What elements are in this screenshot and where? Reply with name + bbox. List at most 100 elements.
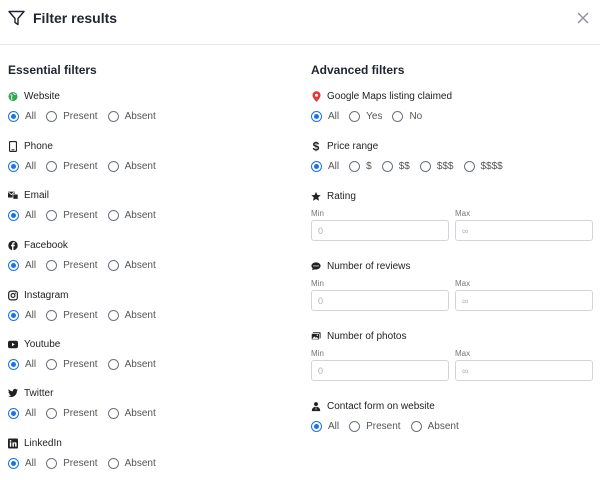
radio-control[interactable]	[8, 407, 19, 419]
rating-max-input[interactable]	[455, 220, 593, 241]
radio-control[interactable]	[311, 420, 322, 432]
radio-control[interactable]	[46, 209, 58, 221]
radio-email-present[interactable]: Present	[46, 209, 98, 221]
photos-min-input[interactable]	[311, 360, 449, 381]
radio-control[interactable]	[8, 457, 19, 469]
radio-gmaps-no[interactable]: No	[392, 110, 422, 122]
max-label: Max	[455, 209, 471, 218]
radio-control[interactable]	[311, 160, 322, 172]
radio-website-all[interactable]: All	[8, 110, 36, 122]
photos-max-input[interactable]	[455, 360, 593, 381]
radio-phone-absent[interactable]: Absent	[107, 160, 156, 172]
radio-control[interactable]	[107, 407, 119, 419]
radio-instagram-all[interactable]: All	[8, 309, 36, 321]
radio-control[interactable]	[8, 259, 19, 271]
radio-contact-all[interactable]: All	[311, 420, 339, 432]
radio-control[interactable]	[349, 420, 361, 432]
radio-gmaps-all[interactable]: All	[311, 110, 339, 122]
radio-label: Present	[63, 110, 98, 122]
radio-control[interactable]	[107, 209, 119, 221]
radio-label: Present	[63, 309, 98, 321]
radio-contact-present[interactable]: Present	[349, 420, 401, 432]
radio-price-3[interactable]: $$$	[419, 160, 454, 172]
radio-email-all[interactable]: All	[8, 209, 36, 221]
radio-linkedin-absent[interactable]: Absent	[107, 457, 156, 469]
radio-control[interactable]	[107, 358, 119, 370]
radio-control[interactable]	[107, 309, 119, 321]
radio-label: Present	[366, 420, 401, 432]
radio-website-absent[interactable]: Absent	[107, 110, 156, 122]
radio-youtube-absent[interactable]: Absent	[107, 358, 156, 370]
essential-filters-title: Essential filters	[8, 63, 97, 77]
radio-linkedin-all[interactable]: All	[8, 457, 36, 469]
radio-label: All	[25, 259, 37, 271]
comment-icon	[311, 261, 321, 272]
radio-control[interactable]	[392, 110, 404, 122]
radio-control[interactable]	[410, 420, 422, 432]
radio-label: Present	[63, 358, 98, 370]
svg-text:$: $	[313, 140, 320, 152]
radio-label: $$	[398, 160, 410, 172]
radio-price-4[interactable]: $$$$	[463, 160, 503, 172]
radio-email-absent[interactable]: Absent	[107, 209, 156, 221]
radio-label: $	[366, 160, 372, 172]
radio-website-present[interactable]: Present	[46, 110, 98, 122]
radio-facebook-present[interactable]: Present	[46, 259, 98, 271]
radio-control[interactable]	[46, 358, 58, 370]
radio-control[interactable]	[381, 160, 393, 172]
map-pin-icon	[311, 90, 321, 102]
radio-control[interactable]	[46, 309, 58, 321]
radio-control[interactable]	[46, 407, 58, 419]
radio-control[interactable]	[311, 110, 322, 122]
radio-price-all[interactable]: All	[311, 160, 339, 172]
globe-icon	[8, 91, 18, 102]
radio-phone-all[interactable]: All	[8, 160, 36, 172]
radio-price-1[interactable]: $	[349, 160, 372, 172]
radio-control[interactable]	[107, 110, 119, 122]
radio-control[interactable]	[107, 259, 119, 271]
radio-twitter-all[interactable]: All	[8, 407, 36, 419]
radio-linkedin-present[interactable]: Present	[46, 457, 98, 469]
filter-group-contact: Contact form on website All Present Abse…	[311, 399, 600, 433]
filter-label: Price range	[327, 140, 379, 152]
radio-label: Absent	[124, 209, 156, 221]
radio-youtube-present[interactable]: Present	[46, 358, 98, 370]
radio-control[interactable]	[463, 160, 475, 172]
close-icon[interactable]	[577, 12, 589, 24]
radio-instagram-absent[interactable]: Absent	[107, 309, 156, 321]
rating-min-group: Min	[311, 209, 449, 241]
facebook-icon	[8, 240, 18, 251]
radio-control[interactable]	[8, 309, 19, 321]
radio-contact-absent[interactable]: Absent	[410, 420, 459, 432]
radio-control[interactable]	[8, 358, 19, 370]
radio-gmaps-yes[interactable]: Yes	[349, 110, 382, 122]
radio-control[interactable]	[8, 209, 19, 221]
radio-phone-present[interactable]: Present	[46, 160, 98, 172]
rating-min-input[interactable]	[311, 220, 449, 241]
radio-control[interactable]	[46, 259, 58, 271]
radio-control[interactable]	[419, 160, 431, 172]
filter-label: LinkedIn	[24, 437, 62, 449]
youtube-icon	[8, 339, 18, 350]
radio-control[interactable]	[349, 110, 361, 122]
radio-control[interactable]	[8, 110, 19, 122]
radio-control[interactable]	[46, 110, 58, 122]
reviews-max-input[interactable]	[455, 290, 593, 311]
radio-instagram-present[interactable]: Present	[46, 309, 98, 321]
radio-twitter-present[interactable]: Present	[46, 407, 98, 419]
radio-control[interactable]	[46, 160, 58, 172]
radio-control[interactable]	[107, 457, 119, 469]
reviews-min-input[interactable]	[311, 290, 449, 311]
radio-price-2[interactable]: $$	[381, 160, 410, 172]
radio-facebook-all[interactable]: All	[8, 259, 37, 271]
filter-group-email: Email All Present Absent	[8, 188, 298, 222]
radio-label: All	[25, 358, 37, 370]
radio-control[interactable]	[107, 160, 119, 172]
radio-control[interactable]	[46, 457, 58, 469]
radio-youtube-all[interactable]: All	[8, 358, 37, 370]
filter-group-gmaps: Google Maps listing claimed All Yes No	[311, 89, 600, 123]
radio-control[interactable]	[349, 160, 361, 172]
radio-twitter-absent[interactable]: Absent	[107, 407, 156, 419]
radio-facebook-absent[interactable]: Absent	[107, 259, 156, 271]
radio-control[interactable]	[8, 160, 19, 172]
